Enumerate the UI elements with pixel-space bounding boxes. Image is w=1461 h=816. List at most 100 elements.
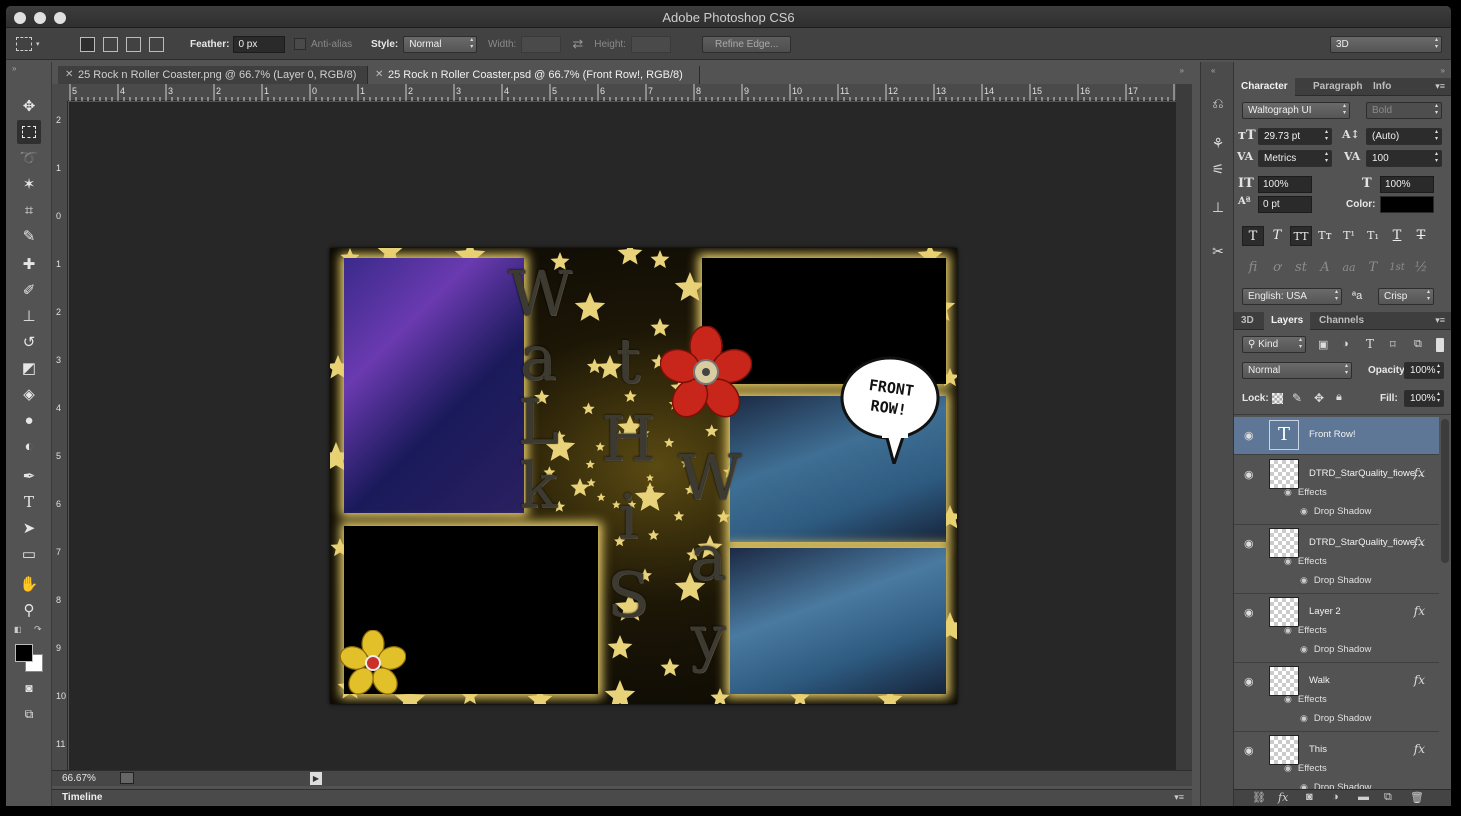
swap-colors-icon[interactable]: ↷ bbox=[34, 624, 42, 635]
history-panel-icon[interactable]: ⎌ bbox=[1207, 92, 1229, 114]
history-brush-tool-icon[interactable]: ↺ bbox=[17, 330, 41, 354]
layer-name[interactable]: DTRD_StarQuality_fiowe... bbox=[1309, 468, 1423, 479]
paint-bucket-tool-icon[interactable]: ◈ bbox=[17, 382, 41, 406]
antialias-select[interactable]: Crisp bbox=[1378, 288, 1434, 305]
path-selection-tool-icon[interactable]: ➤ bbox=[17, 516, 41, 540]
tab-3d[interactable]: 3D bbox=[1234, 312, 1261, 330]
opacity-input[interactable]: 100% bbox=[1404, 362, 1444, 379]
feather-input[interactable]: 0 px bbox=[233, 35, 286, 53]
lock-transparency-icon[interactable] bbox=[1272, 393, 1283, 404]
refine-edge-button[interactable]: Refine Edge... bbox=[702, 35, 792, 53]
new-selection-icon[interactable] bbox=[80, 36, 95, 52]
visibility-eye-icon[interactable]: ◉ bbox=[1244, 468, 1254, 481]
marquee-preset-icon[interactable] bbox=[16, 37, 32, 51]
filter-smart-object-icon[interactable]: ⧉ bbox=[1414, 338, 1422, 351]
visibility-eye-icon[interactable]: ◉ bbox=[1244, 744, 1254, 757]
intersect-selection-icon[interactable] bbox=[149, 36, 164, 52]
timeline-panel-tab[interactable]: Timeline ▾≡ bbox=[52, 789, 1192, 806]
superscript-button[interactable]: T¹ bbox=[1338, 226, 1360, 246]
effects-row[interactable]: ◉ Effects bbox=[1284, 625, 1327, 636]
font-family-select[interactable]: Waltograph UI bbox=[1242, 102, 1350, 119]
filter-shape-icon[interactable]: ⌑ bbox=[1390, 338, 1396, 351]
workspace-select[interactable]: 3D bbox=[1330, 35, 1442, 53]
underline-button[interactable]: T bbox=[1386, 226, 1408, 246]
tool-presets-panel-icon[interactable]: ✂ bbox=[1207, 240, 1229, 262]
old-style-button[interactable]: ơ bbox=[1266, 258, 1288, 278]
visibility-eye-icon[interactable]: ◉ bbox=[1244, 606, 1254, 619]
drop-shadow-row[interactable]: ◉ Drop Shadow bbox=[1300, 506, 1371, 517]
effects-eye-icon[interactable]: ◉ bbox=[1284, 556, 1292, 566]
zoom-tool-icon[interactable]: ⚲ bbox=[17, 598, 41, 622]
drop-shadow-eye-icon[interactable]: ◉ bbox=[1300, 713, 1308, 723]
foreground-color-swatch[interactable] bbox=[15, 644, 33, 662]
effects-row[interactable]: ◉ Effects bbox=[1284, 556, 1327, 567]
dodge-tool-icon[interactable]: ◐ bbox=[17, 434, 41, 458]
canvas-pasteboard[interactable]: W a L k t H i S W a y FRONT ROW! bbox=[69, 102, 1176, 770]
visibility-eye-icon[interactable]: ◉ bbox=[1244, 537, 1254, 550]
fx-icon[interactable]: fx bbox=[1414, 673, 1425, 687]
effects-eye-icon[interactable]: ◉ bbox=[1284, 487, 1292, 497]
swash-button[interactable]: A bbox=[1314, 258, 1336, 278]
visibility-eye-icon[interactable]: ◉ bbox=[1244, 429, 1254, 442]
effects-eye-icon[interactable]: ◉ bbox=[1284, 625, 1292, 635]
clone-stamp-tool-icon[interactable]: ⊥ bbox=[17, 304, 41, 328]
new-adjustment-layer-icon[interactable]: ◑ bbox=[1332, 791, 1339, 803]
layer-filter-select[interactable]: ⚲ Kind bbox=[1242, 336, 1306, 353]
add-to-selection-icon[interactable] bbox=[103, 36, 118, 52]
ruler-origin[interactable] bbox=[52, 84, 68, 101]
visibility-eye-icon[interactable]: ◉ bbox=[1244, 675, 1254, 688]
new-group-icon[interactable]: ▬ bbox=[1358, 791, 1369, 803]
leading-select[interactable]: (Auto) bbox=[1366, 128, 1442, 145]
layer-name[interactable]: Layer 2 bbox=[1309, 606, 1341, 617]
tab-character[interactable]: Character bbox=[1234, 78, 1295, 96]
height-input[interactable] bbox=[630, 35, 671, 53]
tab-paragraph[interactable]: Paragraph bbox=[1306, 78, 1369, 96]
layer-row-dtrd-1[interactable]: ◉ DTRD_StarQuality_fiowe... fx ◉ Effects … bbox=[1234, 456, 1439, 525]
small-caps-button[interactable]: Tт bbox=[1314, 226, 1336, 246]
faux-bold-button[interactable]: T bbox=[1242, 226, 1264, 246]
titling-alternates-button[interactable]: T bbox=[1362, 258, 1384, 278]
drop-shadow-eye-icon[interactable]: ◉ bbox=[1300, 575, 1308, 585]
collapse-tools-icon[interactable]: » bbox=[12, 64, 16, 73]
close-tab-icon[interactable]: ✕ bbox=[375, 66, 383, 84]
collapse-panels-icon[interactable]: » bbox=[1441, 66, 1445, 75]
hand-tool-icon[interactable]: ✋ bbox=[17, 572, 41, 596]
crop-tool-icon[interactable]: ⌗ bbox=[17, 198, 41, 222]
filter-adjustment-icon[interactable]: ◑ bbox=[1342, 338, 1349, 350]
vertical-ruler[interactable]: 2 1 0 1 2 3 4 5 6 7 8 9 10 11 bbox=[52, 101, 68, 771]
drop-shadow-row[interactable]: ◉ Drop Shadow bbox=[1300, 575, 1371, 586]
strikethrough-button[interactable]: T bbox=[1410, 226, 1432, 246]
layer-row-layer-2[interactable]: ◉ Layer 2 fx ◉ Effects ◉ Drop Shadow bbox=[1234, 594, 1439, 663]
brush-tool-icon[interactable]: ✐ bbox=[17, 278, 41, 302]
antialias-checkbox[interactable] bbox=[294, 38, 306, 50]
move-tool-icon[interactable]: ✥ bbox=[17, 94, 41, 118]
layers-panel-menu-icon[interactable]: ▾≡ bbox=[1435, 315, 1445, 326]
filter-type-icon[interactable]: T bbox=[1366, 337, 1374, 351]
blend-mode-select[interactable]: Normal bbox=[1242, 362, 1352, 379]
screen-mode-icon[interactable]: ⧉ bbox=[17, 702, 41, 726]
type-tool-icon[interactable]: T bbox=[17, 490, 41, 514]
layer-name[interactable]: Walk bbox=[1309, 675, 1330, 686]
effects-eye-icon[interactable]: ◉ bbox=[1284, 694, 1292, 704]
lasso-tool-icon[interactable]: ➰ bbox=[17, 146, 41, 170]
status-info-icon[interactable] bbox=[120, 772, 134, 784]
horizontal-scale-input[interactable]: 100% bbox=[1380, 176, 1434, 193]
magic-wand-tool-icon[interactable]: ✶ bbox=[17, 172, 41, 196]
pen-tool-icon[interactable]: ✒ bbox=[17, 464, 41, 488]
effects-row[interactable]: ◉ Effects bbox=[1284, 763, 1327, 774]
expand-docs-icon[interactable]: » bbox=[1180, 66, 1184, 75]
quick-mask-icon[interactable]: ◙ bbox=[17, 676, 41, 700]
photo-coaster-back[interactable] bbox=[730, 548, 946, 694]
healing-brush-tool-icon[interactable]: ✚ bbox=[17, 252, 41, 276]
filter-toggle-switch[interactable] bbox=[1436, 338, 1444, 352]
lock-position-icon[interactable]: ✥ bbox=[1314, 391, 1324, 405]
link-layers-icon[interactable]: ⛓ bbox=[1252, 791, 1266, 804]
drop-shadow-row[interactable]: ◉ Drop Shadow bbox=[1300, 713, 1371, 724]
fill-input[interactable]: 100% bbox=[1404, 390, 1444, 407]
tab-layers[interactable]: Layers bbox=[1264, 312, 1311, 330]
all-caps-button[interactable]: TT bbox=[1290, 226, 1312, 246]
tab-png-document[interactable]: ✕ 25 Rock n Roller Coaster.png @ 66.7% (… bbox=[58, 66, 368, 84]
clone-source-panel-icon[interactable]: ⊥ bbox=[1207, 196, 1229, 218]
rectangular-marquee-tool-icon[interactable] bbox=[17, 120, 41, 144]
faux-italic-button[interactable]: T bbox=[1266, 226, 1288, 246]
